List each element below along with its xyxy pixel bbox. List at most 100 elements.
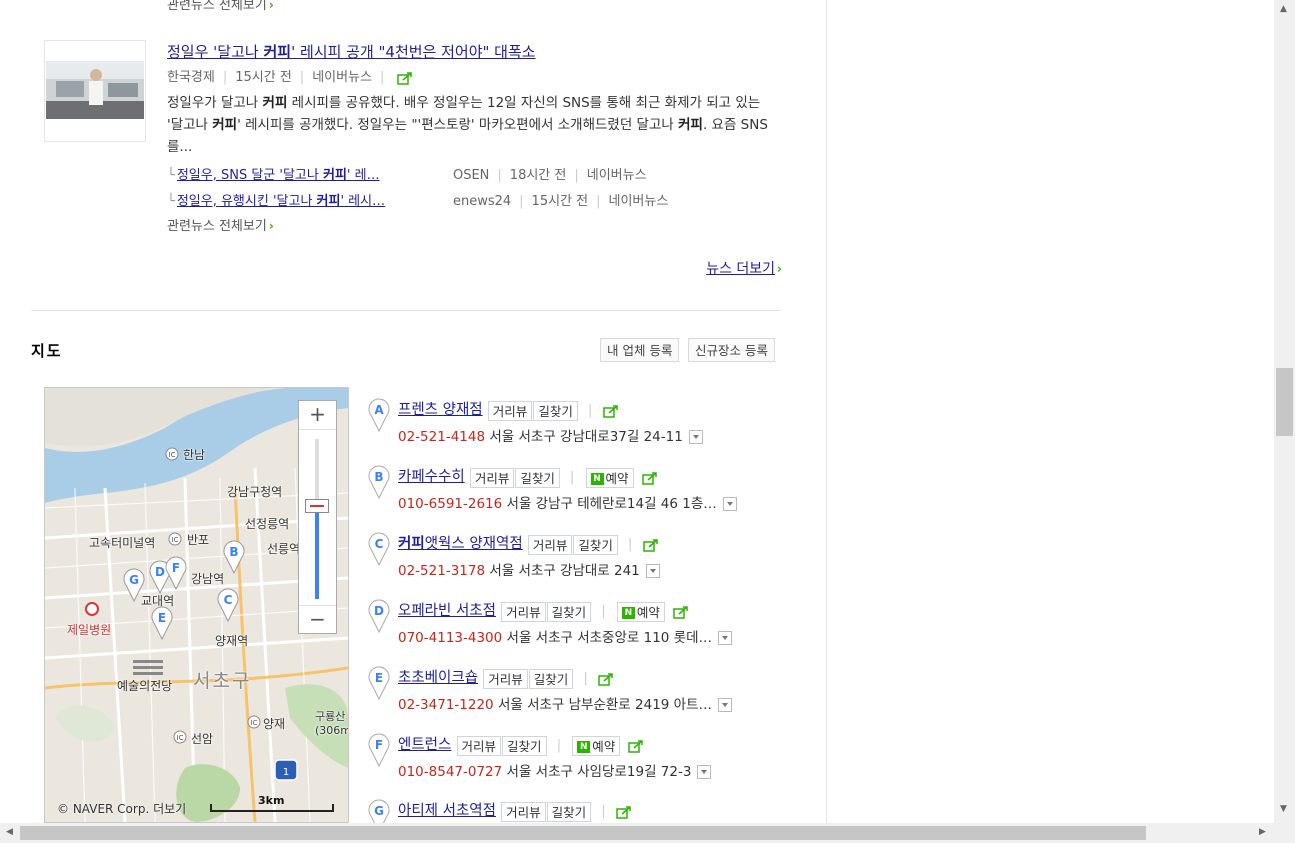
street-view-tag[interactable]: 거리뷰 bbox=[469, 467, 515, 488]
sub-news-title-link[interactable]: 정일우, SNS 달군 '달고나 커피' 레… bbox=[177, 164, 439, 183]
place-phone: 010-6591-2616 bbox=[398, 496, 503, 512]
route-tag[interactable]: 길찾기 bbox=[515, 467, 560, 488]
share-icon[interactable] bbox=[628, 739, 644, 753]
route-tag[interactable]: 길찾기 bbox=[546, 801, 592, 822]
scroll-left-icon[interactable]: ◀ bbox=[6, 827, 13, 837]
map-label: 제일병원 bbox=[67, 623, 112, 637]
svg-text:IC: IC bbox=[177, 734, 184, 742]
sub-news-time: 18시간 전 bbox=[509, 168, 567, 183]
place-address: 서울 서초구 사임당로19길 72-3 bbox=[506, 764, 692, 780]
horizontal-scroll-thumb[interactable] bbox=[20, 826, 1146, 840]
vertical-scroll-thumb[interactable] bbox=[1276, 368, 1293, 436]
dropdown-icon[interactable] bbox=[718, 698, 732, 712]
place-item: D 오페라빈 서초점 거리뷰 길찾기 | N 예약 070-4113-4300 서울… bbox=[368, 599, 788, 659]
sub-news-title-link[interactable]: 정일우, 유행시킨 '달고나 커피' 레시… bbox=[177, 190, 439, 209]
scroll-right-icon[interactable]: ▶ bbox=[1259, 827, 1266, 837]
street-view-tag[interactable]: 거리뷰 bbox=[501, 801, 546, 822]
zoom-control: + − bbox=[298, 400, 337, 634]
zoom-out-button[interactable]: − bbox=[299, 605, 336, 634]
map-view[interactable]: 1 IC IC IC IC 한남 강남구청역 선정릉역 고속터미널역 반포 선릉역 강… bbox=[44, 387, 349, 823]
map-label: 한남 bbox=[183, 448, 206, 462]
reserve-button[interactable]: N 예약 bbox=[585, 467, 634, 488]
map-label: 선정릉역 bbox=[245, 517, 290, 531]
register-place-button[interactable]: 신규장소 등록 bbox=[688, 338, 775, 362]
sub-news-item: └ 정일우, SNS 달군 '달고나 커피' 레… OSEN | 18시간 전 | 네이버… bbox=[167, 164, 647, 183]
reserve-button[interactable]: N 예약 bbox=[572, 735, 621, 756]
route-tag[interactable]: 길찾기 bbox=[573, 534, 618, 555]
place-name-link[interactable]: 카페수수히 bbox=[398, 469, 465, 485]
place-item: B 카페수수히 거리뷰 길찾기 | N 예약 010-6591-2616 서울 강남… bbox=[368, 465, 788, 525]
dropdown-icon[interactable] bbox=[645, 564, 660, 578]
scroll-up-icon[interactable]: ▲ bbox=[1280, 4, 1287, 14]
dropdown-icon[interactable] bbox=[718, 631, 733, 645]
svg-text:1: 1 bbox=[283, 767, 289, 778]
sub-news-portal-link[interactable]: 네이버뉴스 bbox=[609, 194, 669, 209]
naver-news-link[interactable]: 네이버뉴스 bbox=[312, 70, 372, 85]
place-address: 서울 서초구 강남대로 241 bbox=[489, 563, 640, 579]
zoom-in-button[interactable]: + bbox=[299, 401, 336, 430]
register-business-button[interactable]: 내 업체 등록 bbox=[600, 338, 680, 362]
map-copyright: © NAVER Corp. 더보기 bbox=[57, 802, 187, 816]
share-icon[interactable] bbox=[616, 805, 632, 819]
zoom-slider-handle[interactable] bbox=[305, 499, 329, 513]
route-tag[interactable]: 길찾기 bbox=[502, 735, 547, 756]
place-address: 서울 강남구 테헤란로14길 46 1층… bbox=[506, 496, 717, 512]
share-icon[interactable] bbox=[642, 538, 659, 552]
map-marker-c[interactable]: C bbox=[217, 588, 239, 622]
map-more-link[interactable]: 더보기 bbox=[153, 802, 186, 816]
route-tag[interactable]: 길찾기 bbox=[528, 668, 574, 689]
share-icon[interactable] bbox=[598, 672, 614, 686]
news-source: 한국경제 bbox=[167, 70, 215, 85]
share-icon[interactable] bbox=[641, 471, 658, 485]
dropdown-icon[interactable] bbox=[697, 765, 712, 779]
place-name-link[interactable]: 커피앳웍스 양재역점 bbox=[398, 536, 523, 552]
street-view-tag[interactable]: 거리뷰 bbox=[527, 534, 573, 555]
place-name-link[interactable]: 프렌츠 양재점 bbox=[398, 402, 483, 418]
map-marker-g[interactable]: G bbox=[123, 568, 145, 602]
svg-text:C: C bbox=[375, 537, 384, 551]
sub-news-portal-link[interactable]: 네이버뉴스 bbox=[587, 168, 647, 183]
map-marker-f[interactable]: F bbox=[165, 556, 187, 590]
street-view-tag[interactable]: 거리뷰 bbox=[487, 400, 533, 421]
map-label: 반포 bbox=[187, 533, 210, 547]
svg-text:F: F bbox=[172, 561, 180, 575]
reserve-button[interactable]: N 예약 bbox=[616, 601, 665, 622]
route-tag[interactable]: 길찾기 bbox=[533, 400, 578, 421]
vertical-scrollbar[interactable]: ▲ ▼ bbox=[1274, 0, 1295, 823]
street-view-tag[interactable]: 거리뷰 bbox=[456, 735, 502, 756]
place-item: G 아티제 서초역점 거리뷰 길찾기 | bbox=[368, 799, 788, 823]
street-view-tag[interactable]: 거리뷰 bbox=[483, 668, 528, 689]
place-name-link[interactable]: 아티제 서초역점 bbox=[398, 803, 496, 819]
share-icon[interactable] bbox=[602, 404, 619, 418]
place-name-link[interactable]: 엔트런스 bbox=[398, 737, 451, 753]
share-icon[interactable] bbox=[396, 71, 413, 85]
map-marker-b[interactable]: B bbox=[223, 540, 245, 574]
news-thumbnail[interactable] bbox=[44, 40, 146, 142]
place-phone: 070-4113-4300 bbox=[398, 630, 503, 646]
svg-text:B: B bbox=[374, 470, 383, 484]
news-time: 15시간 전 bbox=[235, 70, 292, 85]
map-label: 양재역 bbox=[215, 634, 249, 648]
place-item: E 초초베이크숍 거리뷰 길찾기 | 02-3471-1220 서울 서초구 남부… bbox=[368, 666, 788, 726]
street-view-tag[interactable]: 거리뷰 bbox=[501, 601, 546, 622]
place-name-link[interactable]: 오페라빈 서초점 bbox=[398, 603, 496, 619]
scroll-down-icon[interactable]: ▼ bbox=[1280, 804, 1287, 814]
map-section-title: 지도 bbox=[31, 342, 63, 360]
horizontal-scrollbar[interactable]: ◀ ▶ bbox=[0, 823, 1295, 843]
related-news-all-link-top[interactable]: 관련뉴스 전체보기 › bbox=[167, 0, 274, 13]
map-marker-e[interactable]: E bbox=[151, 606, 173, 640]
related-news-all-link[interactable]: 관련뉴스 전체보기 › bbox=[167, 215, 274, 234]
map-label: 구룡산 (306m bbox=[315, 710, 349, 737]
map-label: 고속터미널역 bbox=[89, 536, 156, 550]
pin-icon: F bbox=[368, 733, 390, 767]
svg-text:F: F bbox=[375, 738, 383, 752]
dropdown-icon[interactable] bbox=[688, 430, 703, 444]
news-title-link[interactable]: 정일우 '달고나 커피' 레시피 공개 "4천번은 저어야" 대폭소 bbox=[167, 41, 536, 62]
dropdown-icon[interactable] bbox=[722, 497, 737, 511]
news-description: 정일우가 달고나 커피 레시피를 공유했다. 배우 정일우는 12일 자신의 S… bbox=[167, 95, 768, 155]
share-icon[interactable] bbox=[673, 605, 689, 619]
sub-news-item: └ 정일우, 유행시킨 '달고나 커피' 레시… enews24 | 15시간 전 | 네… bbox=[167, 190, 668, 209]
news-more-link[interactable]: 뉴스 더보기 › bbox=[706, 258, 782, 278]
place-name-link[interactable]: 초초베이크숍 bbox=[398, 670, 478, 686]
route-tag[interactable]: 길찾기 bbox=[546, 601, 592, 622]
